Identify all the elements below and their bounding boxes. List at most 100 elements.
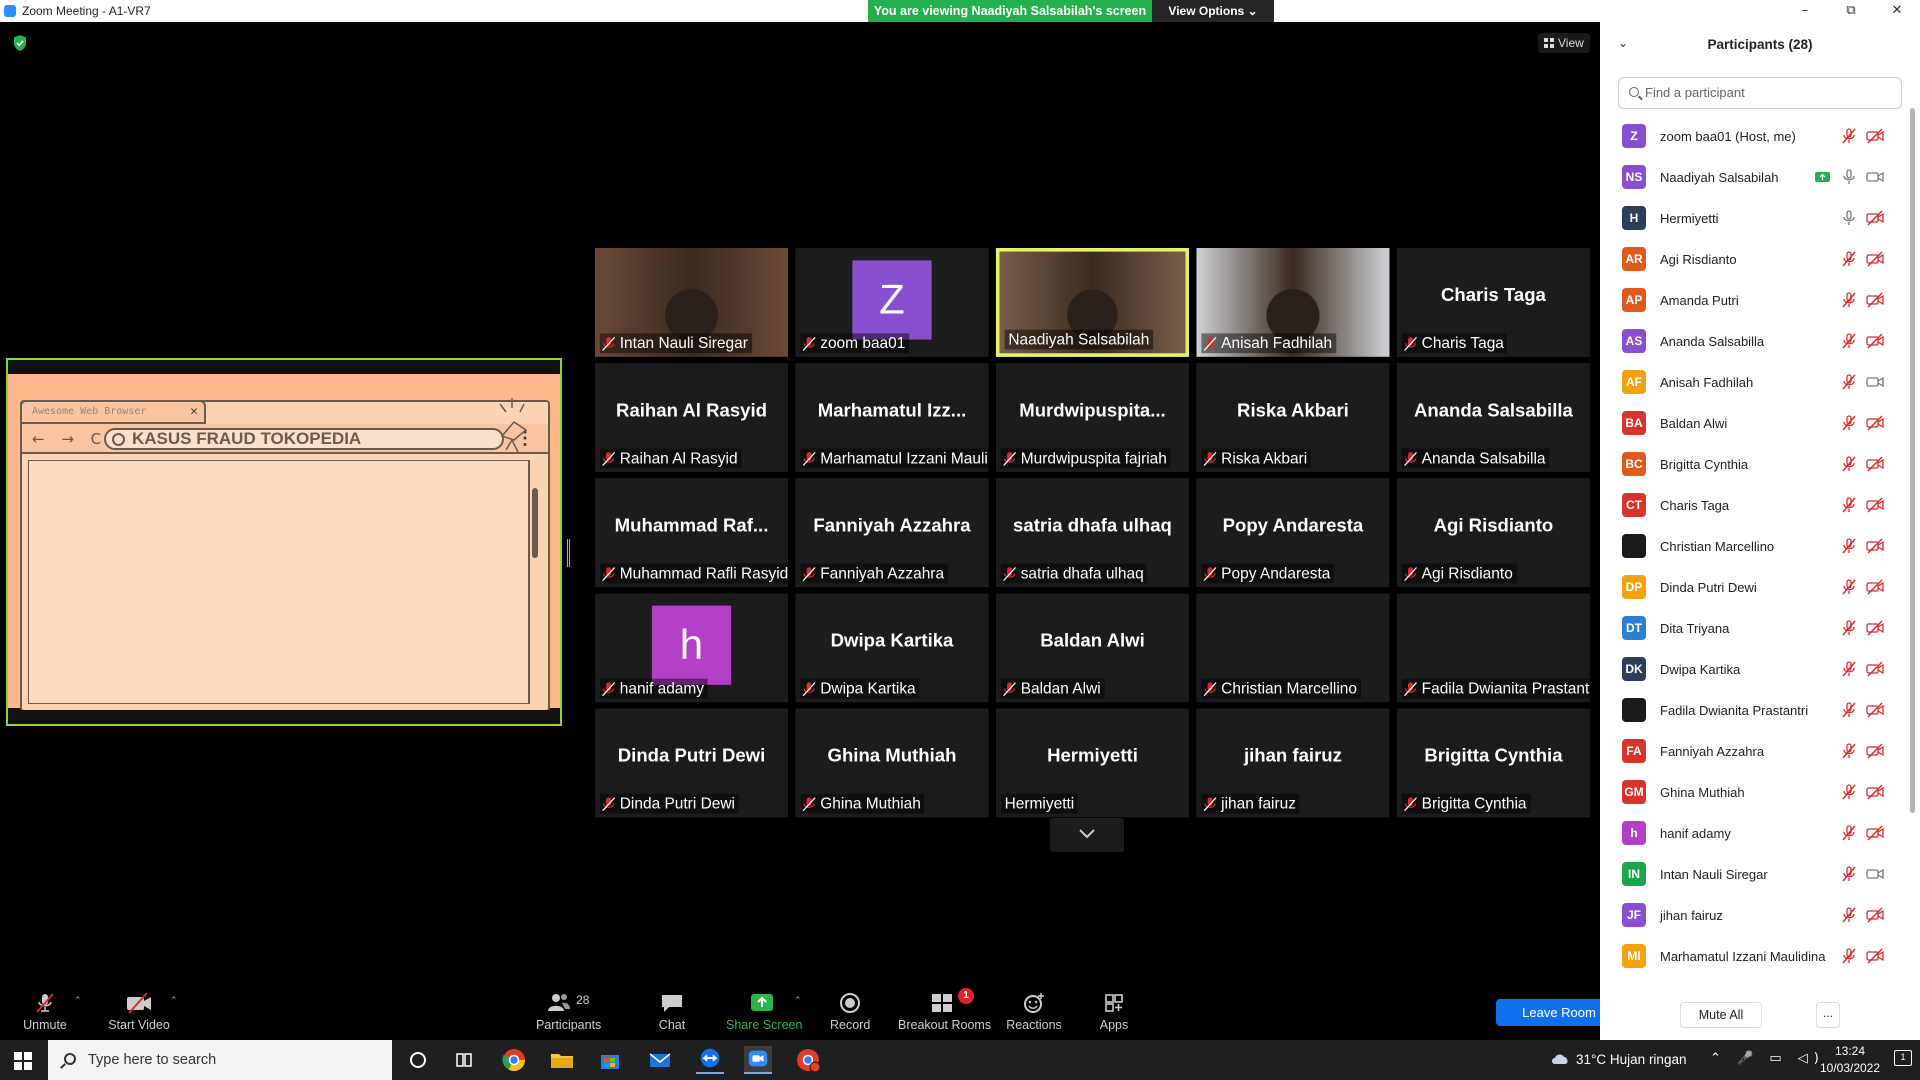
windows-start-icon[interactable]: [14, 1052, 32, 1070]
participant-row[interactable]: AP Amanda Putri: [1600, 280, 1900, 321]
tray-icons[interactable]: ⌃ 🎤 ▭ ◁): [1710, 1051, 1825, 1066]
tile-display-name: Ghina Muthiah: [827, 745, 957, 767]
unmute-button[interactable]: Unmute: [20, 992, 70, 1032]
video-tile[interactable]: Marhamatul Izz... Marhamatul Izzani Mauli…: [795, 363, 989, 472]
breakout-rooms-button[interactable]: 1 Breakout Rooms: [898, 988, 991, 1032]
participant-row[interactable]: h hanif adamy: [1600, 813, 1900, 854]
mic-muted-icon: [602, 452, 615, 466]
participant-row[interactable]: BA Baldan Alwi: [1600, 403, 1900, 444]
video-tile[interactable]: jihan fairuz jihan fairuz: [1196, 708, 1390, 818]
video-tile[interactable]: Agi Risdianto Agi Risdianto: [1396, 478, 1590, 588]
participant-row[interactable]: GM Ghina Muthiah: [1600, 772, 1900, 813]
participant-row[interactable]: Christian Marcellino: [1600, 526, 1900, 567]
split-resize-handle[interactable]: [567, 539, 570, 567]
participant-row[interactable]: BC Brigitta Cynthia: [1600, 444, 1900, 485]
task-view-icon[interactable]: [450, 1046, 478, 1074]
video-tile[interactable]: Brigitta Cynthia Brigitta Cynthia: [1396, 708, 1590, 818]
video-tile[interactable]: Dinda Putri Dewi Dinda Putri Dewi: [595, 708, 789, 818]
video-tile[interactable]: Murdwipuspita... Murdwipuspita fajriah: [995, 363, 1189, 472]
video-tile[interactable]: satria dhafa ulhaq satria dhafa ulhaq: [995, 478, 1189, 588]
teamviewer-icon[interactable]: [696, 1046, 724, 1074]
video-tile[interactable]: Fadila Dwianita Prastantri: [1396, 593, 1590, 703]
video-tile[interactable]: Riska Akbari Riska Akbari: [1196, 363, 1390, 472]
video-tile[interactable]: Charis Taga Charis Taga: [1396, 248, 1590, 357]
video-tile[interactable]: Fanniyah Azzahra Fanniyah Azzahra: [795, 478, 989, 588]
record-button[interactable]: Record: [830, 992, 870, 1032]
tile-name-label: Ananda Salsabilla: [1401, 448, 1550, 469]
mic-muted-icon: [1404, 337, 1417, 351]
video-tile[interactable]: Naadiyah Salsabilah: [995, 248, 1189, 357]
tile-display-name: Hermiyetti: [1047, 745, 1138, 767]
mic-muted-icon: [802, 452, 816, 466]
more-options-button[interactable]: ...: [1816, 1002, 1840, 1028]
participant-row[interactable]: Zzoom baa01 (Host, me): [1600, 116, 1900, 157]
video-tile[interactable]: Anisah Fadhilah: [1196, 248, 1390, 357]
chat-button[interactable]: Chat: [652, 992, 692, 1032]
encryption-shield-icon[interactable]: [12, 34, 28, 52]
participant-row[interactable]: JF jihan fairuz: [1600, 895, 1900, 936]
start-video-button[interactable]: Start Video: [104, 992, 174, 1032]
mic-muted-icon: [802, 567, 816, 581]
restore-button[interactable]: ⧉: [1828, 0, 1874, 22]
notification-center-icon[interactable]: 1: [1894, 1050, 1912, 1066]
video-tile[interactable]: Zzoom baa01: [795, 248, 989, 357]
participant-row[interactable]: NS Naadiyah Salsabilah: [1600, 157, 1900, 198]
participants-button[interactable]: 28 Participants: [536, 992, 601, 1032]
participant-row[interactable]: DK Dwipa Kartika: [1600, 649, 1900, 690]
minimize-button[interactable]: –: [1782, 0, 1828, 22]
mute-all-button[interactable]: Mute All: [1680, 1002, 1762, 1028]
participant-row[interactable]: H Hermiyetti: [1600, 198, 1900, 239]
chrome-profile-icon[interactable]: [794, 1046, 822, 1074]
video-options-caret-icon[interactable]: ⌃: [170, 996, 178, 1006]
avatar: AR: [1622, 247, 1646, 271]
video-tile[interactable]: Dwipa Kartika Dwipa Kartika: [795, 593, 989, 703]
tile-name-text: Riska Akbari: [1221, 449, 1308, 468]
video-tile[interactable]: Ananda Salsabilla Ananda Salsabilla: [1396, 363, 1590, 472]
participant-row[interactable]: AF Anisah Fadhilah: [1600, 362, 1900, 403]
video-tile[interactable]: Baldan Alwi Baldan Alwi: [995, 593, 1189, 703]
participant-list-scrollbar[interactable]: [1910, 108, 1915, 813]
reactions-button[interactable]: Reactions: [1004, 992, 1064, 1032]
participant-row[interactable]: CT Charis Taga: [1600, 485, 1900, 526]
panel-header: ⌄ Participants (28): [1600, 22, 1920, 68]
participant-row[interactable]: DP Dinda Putri Dewi: [1600, 567, 1900, 608]
video-tile[interactable]: Muhammad Raf... Muhammad Rafli Rasyidin: [595, 478, 789, 588]
view-button[interactable]: View: [1538, 33, 1590, 53]
clock[interactable]: 13:24 10/03/2022: [1810, 1043, 1890, 1077]
video-tile[interactable]: Raihan Al Rasyid Raihan Al Rasyid: [595, 363, 789, 472]
audio-options-caret-icon[interactable]: ⌃: [74, 996, 82, 1006]
video-off-icon: [1866, 579, 1884, 595]
participant-search-input[interactable]: Find a participant: [1618, 77, 1902, 109]
next-page-button[interactable]: [1050, 818, 1124, 852]
taskbar-search-input[interactable]: Type here to search: [48, 1040, 392, 1080]
participant-row[interactable]: AS Ananda Salsabilla: [1600, 321, 1900, 362]
participant-row[interactable]: AR Agi Risdianto: [1600, 239, 1900, 280]
shared-screen[interactable]: Awesome Web Browser ✕ ← → C KASUS FRAUD …: [6, 358, 562, 726]
chrome-icon[interactable]: [500, 1046, 528, 1074]
participant-row[interactable]: Fadila Dwianita Prastantri: [1600, 690, 1900, 731]
participant-row[interactable]: DT Dita Triyana: [1600, 608, 1900, 649]
slide-browser-mockup: Awesome Web Browser ✕ ← → C KASUS FRAUD …: [20, 398, 550, 712]
microsoft-store-icon[interactable]: [596, 1046, 624, 1074]
participant-row[interactable]: MI Marhamatul Izzani Maulidina: [1600, 936, 1900, 977]
weather-widget[interactable]: 31°C Hujan ringan: [1550, 1052, 1686, 1067]
mail-icon[interactable]: [646, 1046, 674, 1074]
apps-button[interactable]: Apps: [1094, 992, 1134, 1032]
participant-row[interactable]: IN Intan Nauli Siregar: [1600, 854, 1900, 895]
zoom-app-icon[interactable]: [744, 1046, 772, 1074]
file-explorer-icon[interactable]: [548, 1046, 576, 1074]
participant-name: Dinda Putri Dewi: [1660, 580, 1757, 595]
cortana-icon[interactable]: [404, 1046, 432, 1074]
share-screen-button[interactable]: Share Screen: [726, 992, 802, 1032]
video-tile[interactable]: Popy Andaresta Popy Andaresta: [1196, 478, 1390, 588]
video-tile[interactable]: Intan Nauli Siregar: [595, 248, 789, 357]
video-tile[interactable]: h hanif adamy: [595, 593, 789, 703]
video-tile[interactable]: Christian Marcellino: [1196, 593, 1390, 703]
video-tile[interactable]: Ghina Muthiah Ghina Muthiah: [795, 708, 989, 818]
view-options-button[interactable]: View Options ⌄: [1152, 0, 1274, 22]
share-options-caret-icon[interactable]: ⌃: [794, 996, 802, 1006]
participant-status-icons: [1840, 292, 1884, 308]
participant-row[interactable]: FA Fanniyah Azzahra: [1600, 731, 1900, 772]
close-button[interactable]: ✕: [1874, 0, 1920, 22]
video-tile[interactable]: Hermiyetti Hermiyetti: [995, 708, 1189, 818]
